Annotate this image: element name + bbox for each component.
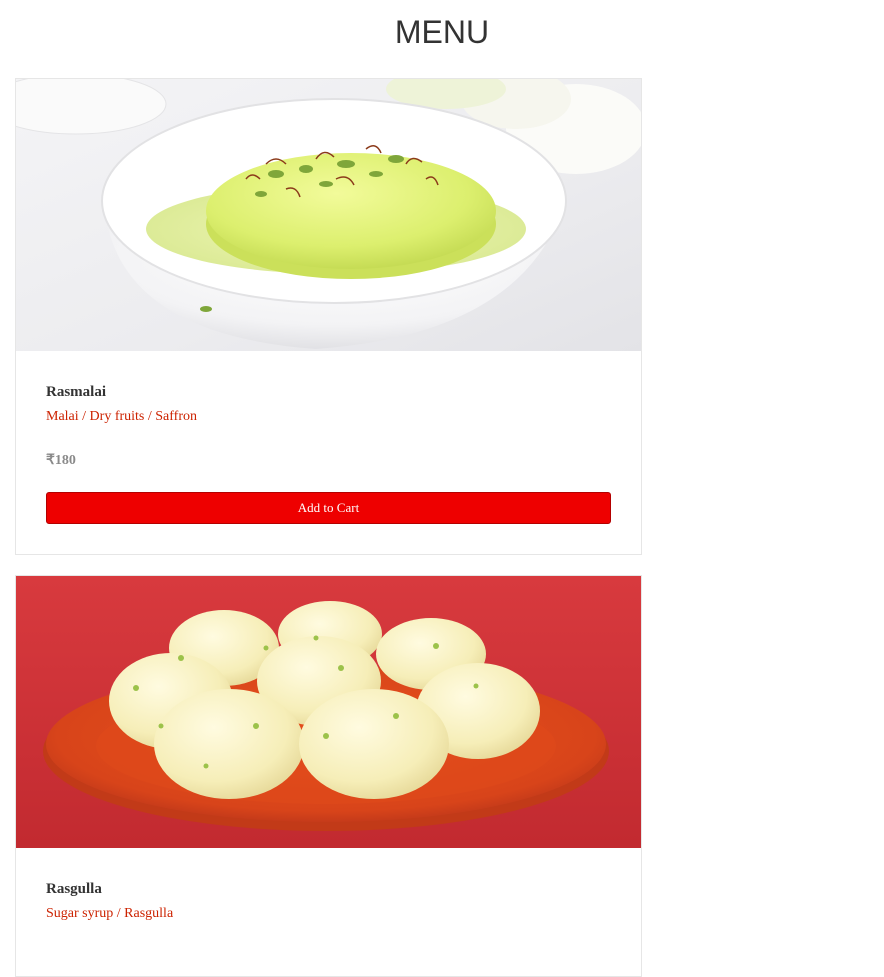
- item-name: Rasgulla: [46, 881, 102, 897]
- menu-card-rasgulla: Rasgulla Sugar syrup / Rasgulla: [15, 575, 642, 977]
- rasgulla-image: [16, 576, 641, 848]
- item-price: ₹180: [46, 453, 76, 468]
- rasmalai-bowl-image: [16, 79, 641, 351]
- item-description: Malai / Dry fruits / Saffron: [46, 409, 197, 424]
- rasgulla-plate-image: [16, 576, 641, 848]
- menu-card-rasmalai: Rasmalai Malai / Dry fruits / Saffron ₹1…: [15, 78, 642, 555]
- item-name: Rasmalai: [46, 384, 106, 400]
- item-description: Sugar syrup / Rasgulla: [46, 906, 174, 921]
- add-to-cart-button[interactable]: Add to Cart: [46, 492, 611, 524]
- rasmalai-image: [16, 79, 641, 351]
- page-title: MENU: [394, 14, 490, 50]
